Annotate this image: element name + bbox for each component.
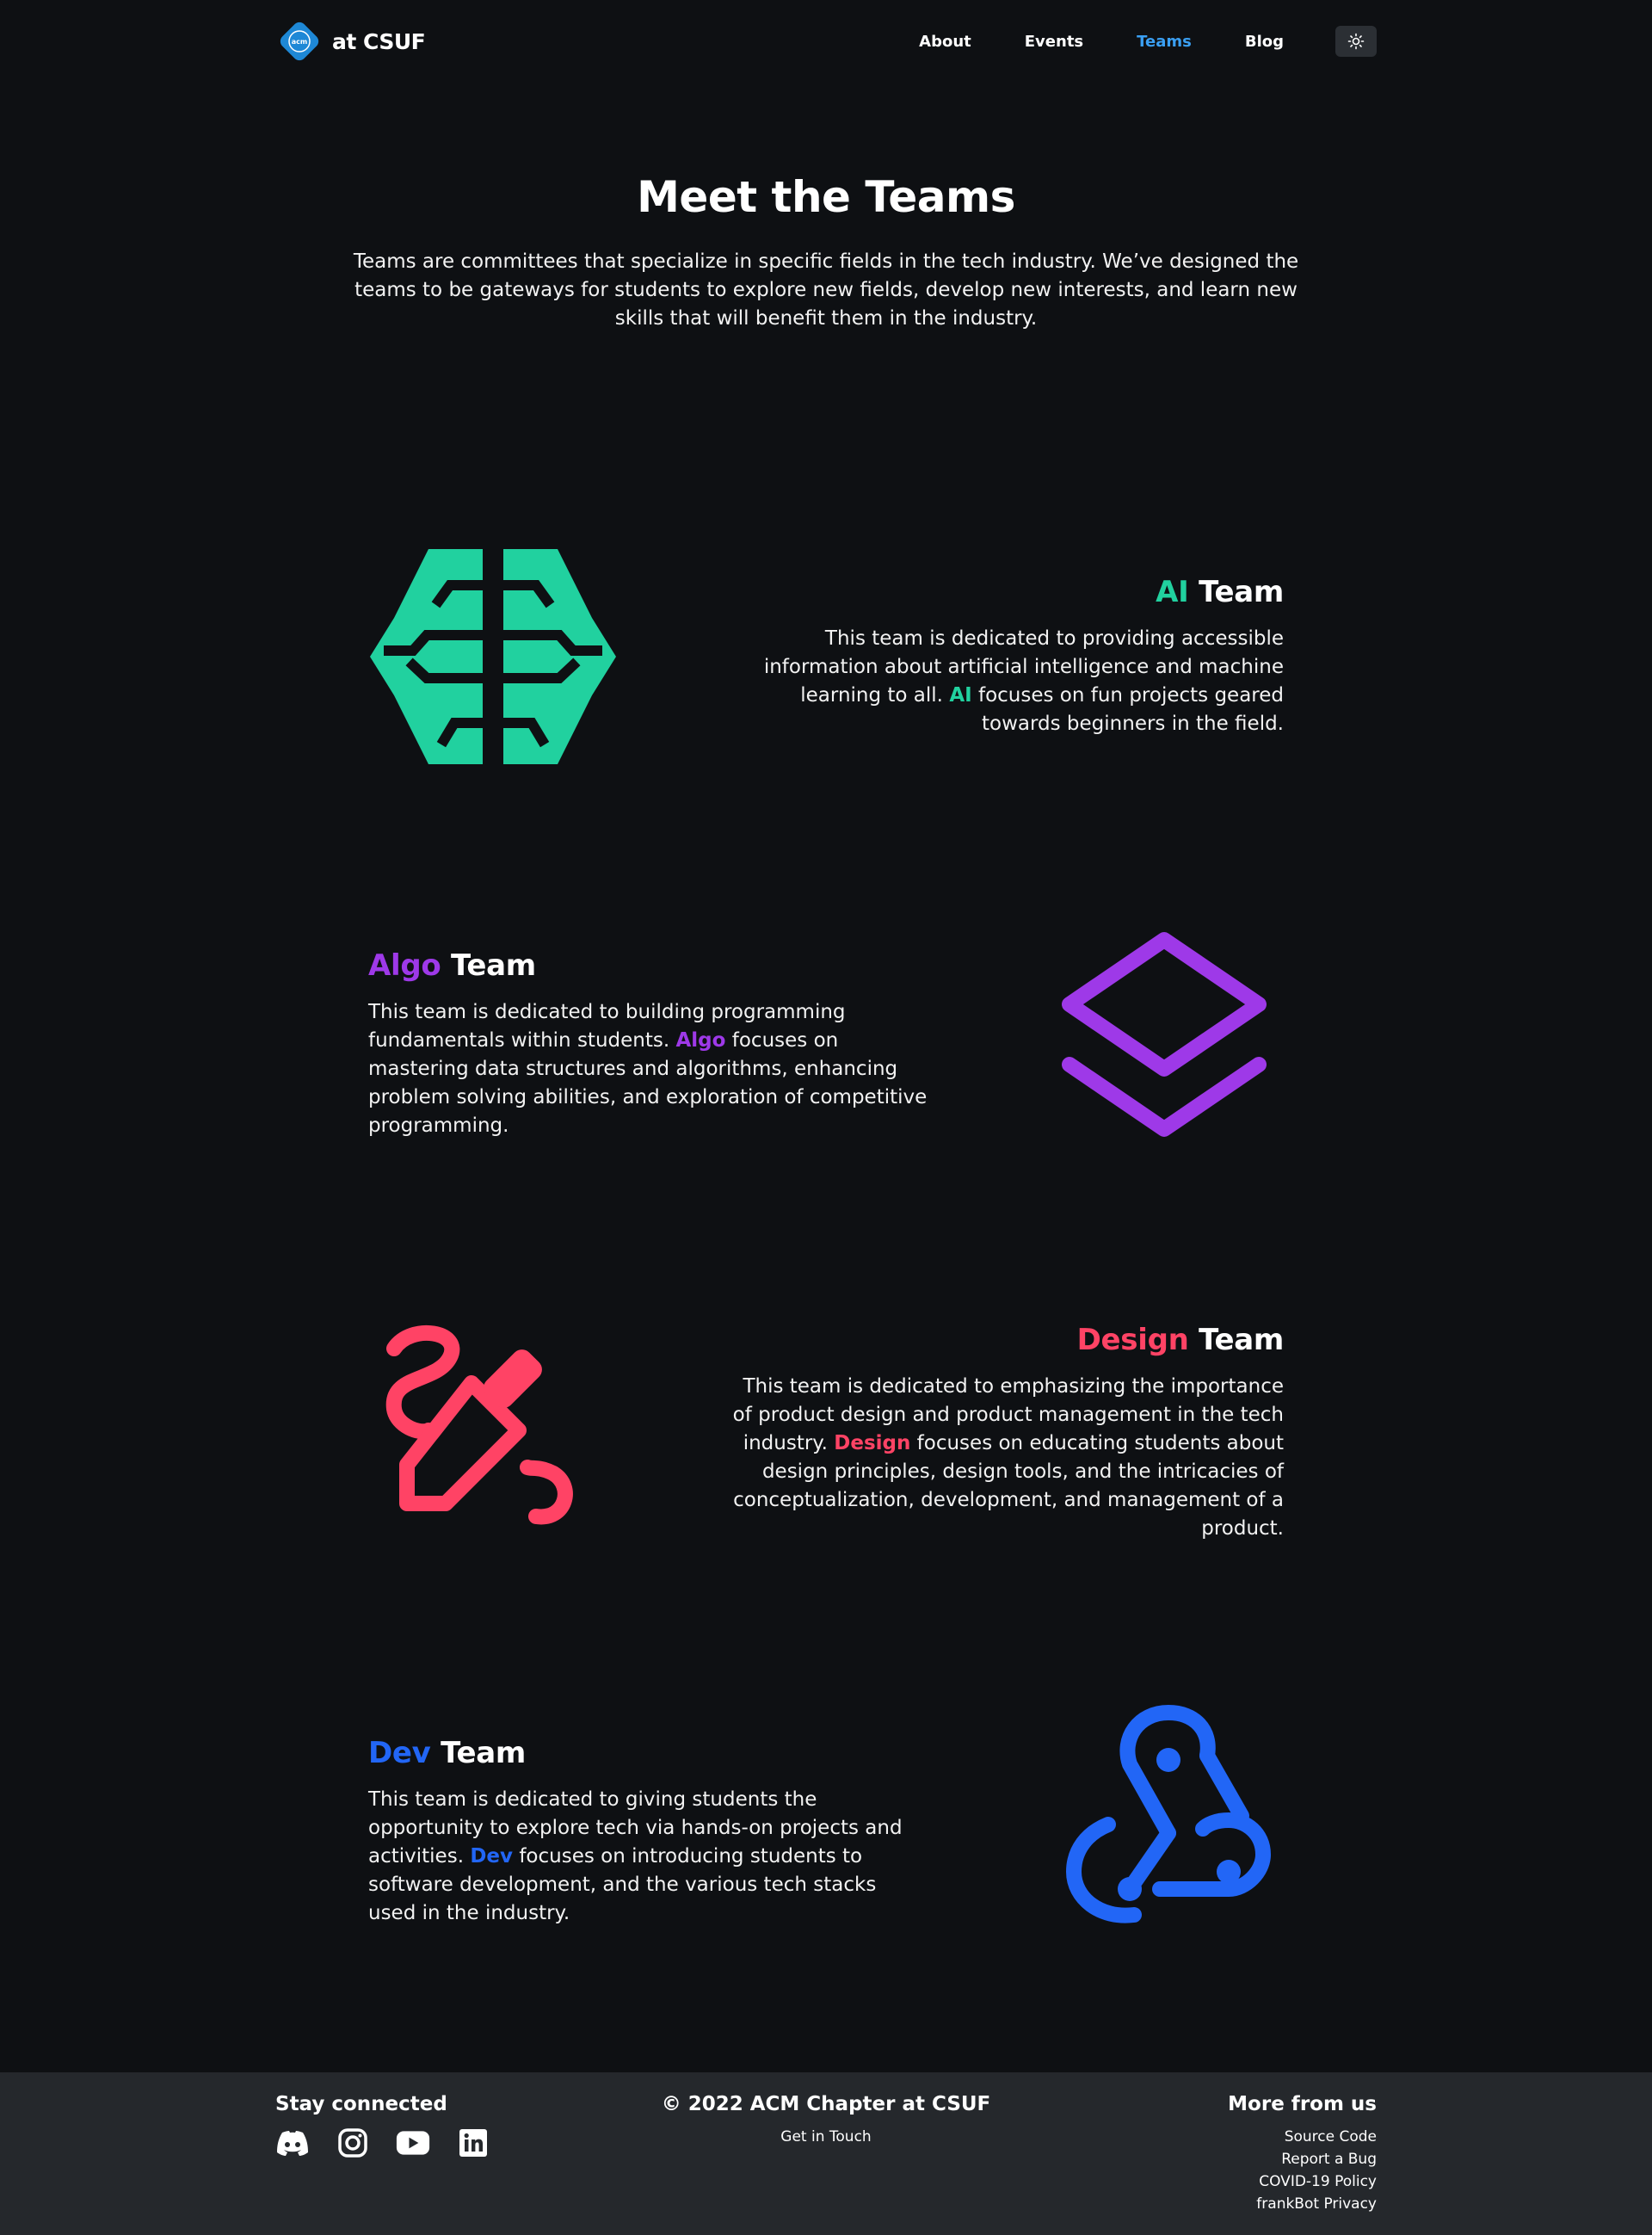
team-name-dev: Dev bbox=[368, 1736, 431, 1770]
instagram-icon[interactable] bbox=[336, 2126, 370, 2160]
nav-link-blog[interactable]: Blog bbox=[1245, 33, 1284, 51]
team-text-ai: AI Team This team is dedicated to provid… bbox=[724, 575, 1284, 738]
page-description: Teams are committees that specialize in … bbox=[353, 250, 1299, 330]
desc-highlight: Algo bbox=[675, 1029, 726, 1052]
team-card-algo: Algo Team This team is dedicated to buil… bbox=[368, 927, 1284, 1159]
more-from-us-title: More from us bbox=[1228, 2093, 1377, 2115]
top-nav: acm at CSUF About Events Teams Blog bbox=[275, 14, 1377, 69]
brand-home-link[interactable]: acm at CSUF bbox=[275, 17, 426, 65]
team-title-algo: Algo Team bbox=[368, 948, 928, 983]
footer-social-col: Stay connected bbox=[275, 2093, 490, 2160]
page-title: Meet the Teams bbox=[637, 172, 1015, 222]
hero-section: Meet the Teams Teams are committees that… bbox=[275, 172, 1377, 333]
team-title-dev: Dev Team bbox=[368, 1736, 928, 1770]
theme-toggle-button[interactable] bbox=[1335, 26, 1377, 57]
team-suffix: Team bbox=[1188, 575, 1284, 609]
pencil-icon bbox=[368, 1314, 601, 1547]
covid-policy-link[interactable]: COVID-19 Policy bbox=[1228, 2170, 1377, 2193]
team-card-dev: Dev Team This team is dedicated to givin… bbox=[368, 1704, 1284, 1936]
nav-link-about[interactable]: About bbox=[919, 33, 971, 51]
team-text-design: Design Team This team is dedicated to em… bbox=[724, 1323, 1285, 1543]
team-suffix: Team bbox=[441, 948, 536, 983]
team-card-design: Design Team This team is dedicated to em… bbox=[368, 1314, 1284, 1547]
team-text-algo: Algo Team This team is dedicated to buil… bbox=[368, 948, 928, 1140]
source-code-link[interactable]: Source Code bbox=[1228, 2126, 1377, 2148]
team-name-ai: AI bbox=[1156, 575, 1189, 609]
brand-text: at CSUF bbox=[332, 28, 426, 54]
team-title-design: Design Team bbox=[724, 1323, 1285, 1357]
team-title-ai: AI Team bbox=[724, 575, 1284, 609]
team-description-dev: This team is dedicated to giving student… bbox=[368, 1786, 928, 1928]
team-suffix: Team bbox=[1188, 1323, 1284, 1357]
team-name-design: Design bbox=[1076, 1323, 1189, 1357]
linkedin-icon[interactable] bbox=[456, 2126, 490, 2160]
footer-more-col: More from us Source Code Report a Bug CO… bbox=[1228, 2093, 1377, 2215]
nav-link-teams[interactable]: Teams bbox=[1137, 33, 1192, 51]
team-description-ai: This team is dedicated to providing acce… bbox=[724, 625, 1284, 738]
stay-connected-title: Stay connected bbox=[275, 2093, 447, 2115]
team-card-ai: AI Team This team is dedicated to provid… bbox=[368, 540, 1284, 773]
youtube-icon[interactable] bbox=[396, 2126, 430, 2160]
footer: © 2022 ACM Chapter at CSUF Get in Touch … bbox=[0, 2072, 1652, 2235]
sun-icon bbox=[1347, 33, 1365, 50]
team-description-design: This team is dedicated to emphasizing th… bbox=[724, 1373, 1284, 1543]
brain-icon bbox=[368, 540, 616, 773]
desc-text: focuses on fun projects geared towards b… bbox=[971, 684, 1284, 735]
team-name-algo: Algo bbox=[368, 948, 441, 983]
nav-link-events[interactable]: Events bbox=[1025, 33, 1083, 51]
frankbot-privacy-link[interactable]: frankBot Privacy bbox=[1228, 2193, 1377, 2215]
acm-logo-icon: acm bbox=[275, 17, 324, 65]
desc-highlight: Dev bbox=[470, 1845, 514, 1868]
svg-text:acm: acm bbox=[292, 38, 307, 46]
team-description-algo: This team is dedicated to building progr… bbox=[368, 998, 928, 1140]
team-text-dev: Dev Team This team is dedicated to givin… bbox=[368, 1736, 928, 1928]
desc-highlight: AI bbox=[949, 684, 972, 707]
desc-highlight: Design bbox=[834, 1432, 911, 1454]
nav-links: About Events Teams Blog bbox=[866, 26, 1377, 57]
webhook-icon bbox=[1048, 1704, 1280, 1936]
discord-icon[interactable] bbox=[275, 2126, 310, 2160]
team-suffix: Team bbox=[430, 1736, 526, 1770]
report-bug-link[interactable]: Report a Bug bbox=[1228, 2148, 1377, 2170]
layers-icon bbox=[1048, 927, 1280, 1159]
